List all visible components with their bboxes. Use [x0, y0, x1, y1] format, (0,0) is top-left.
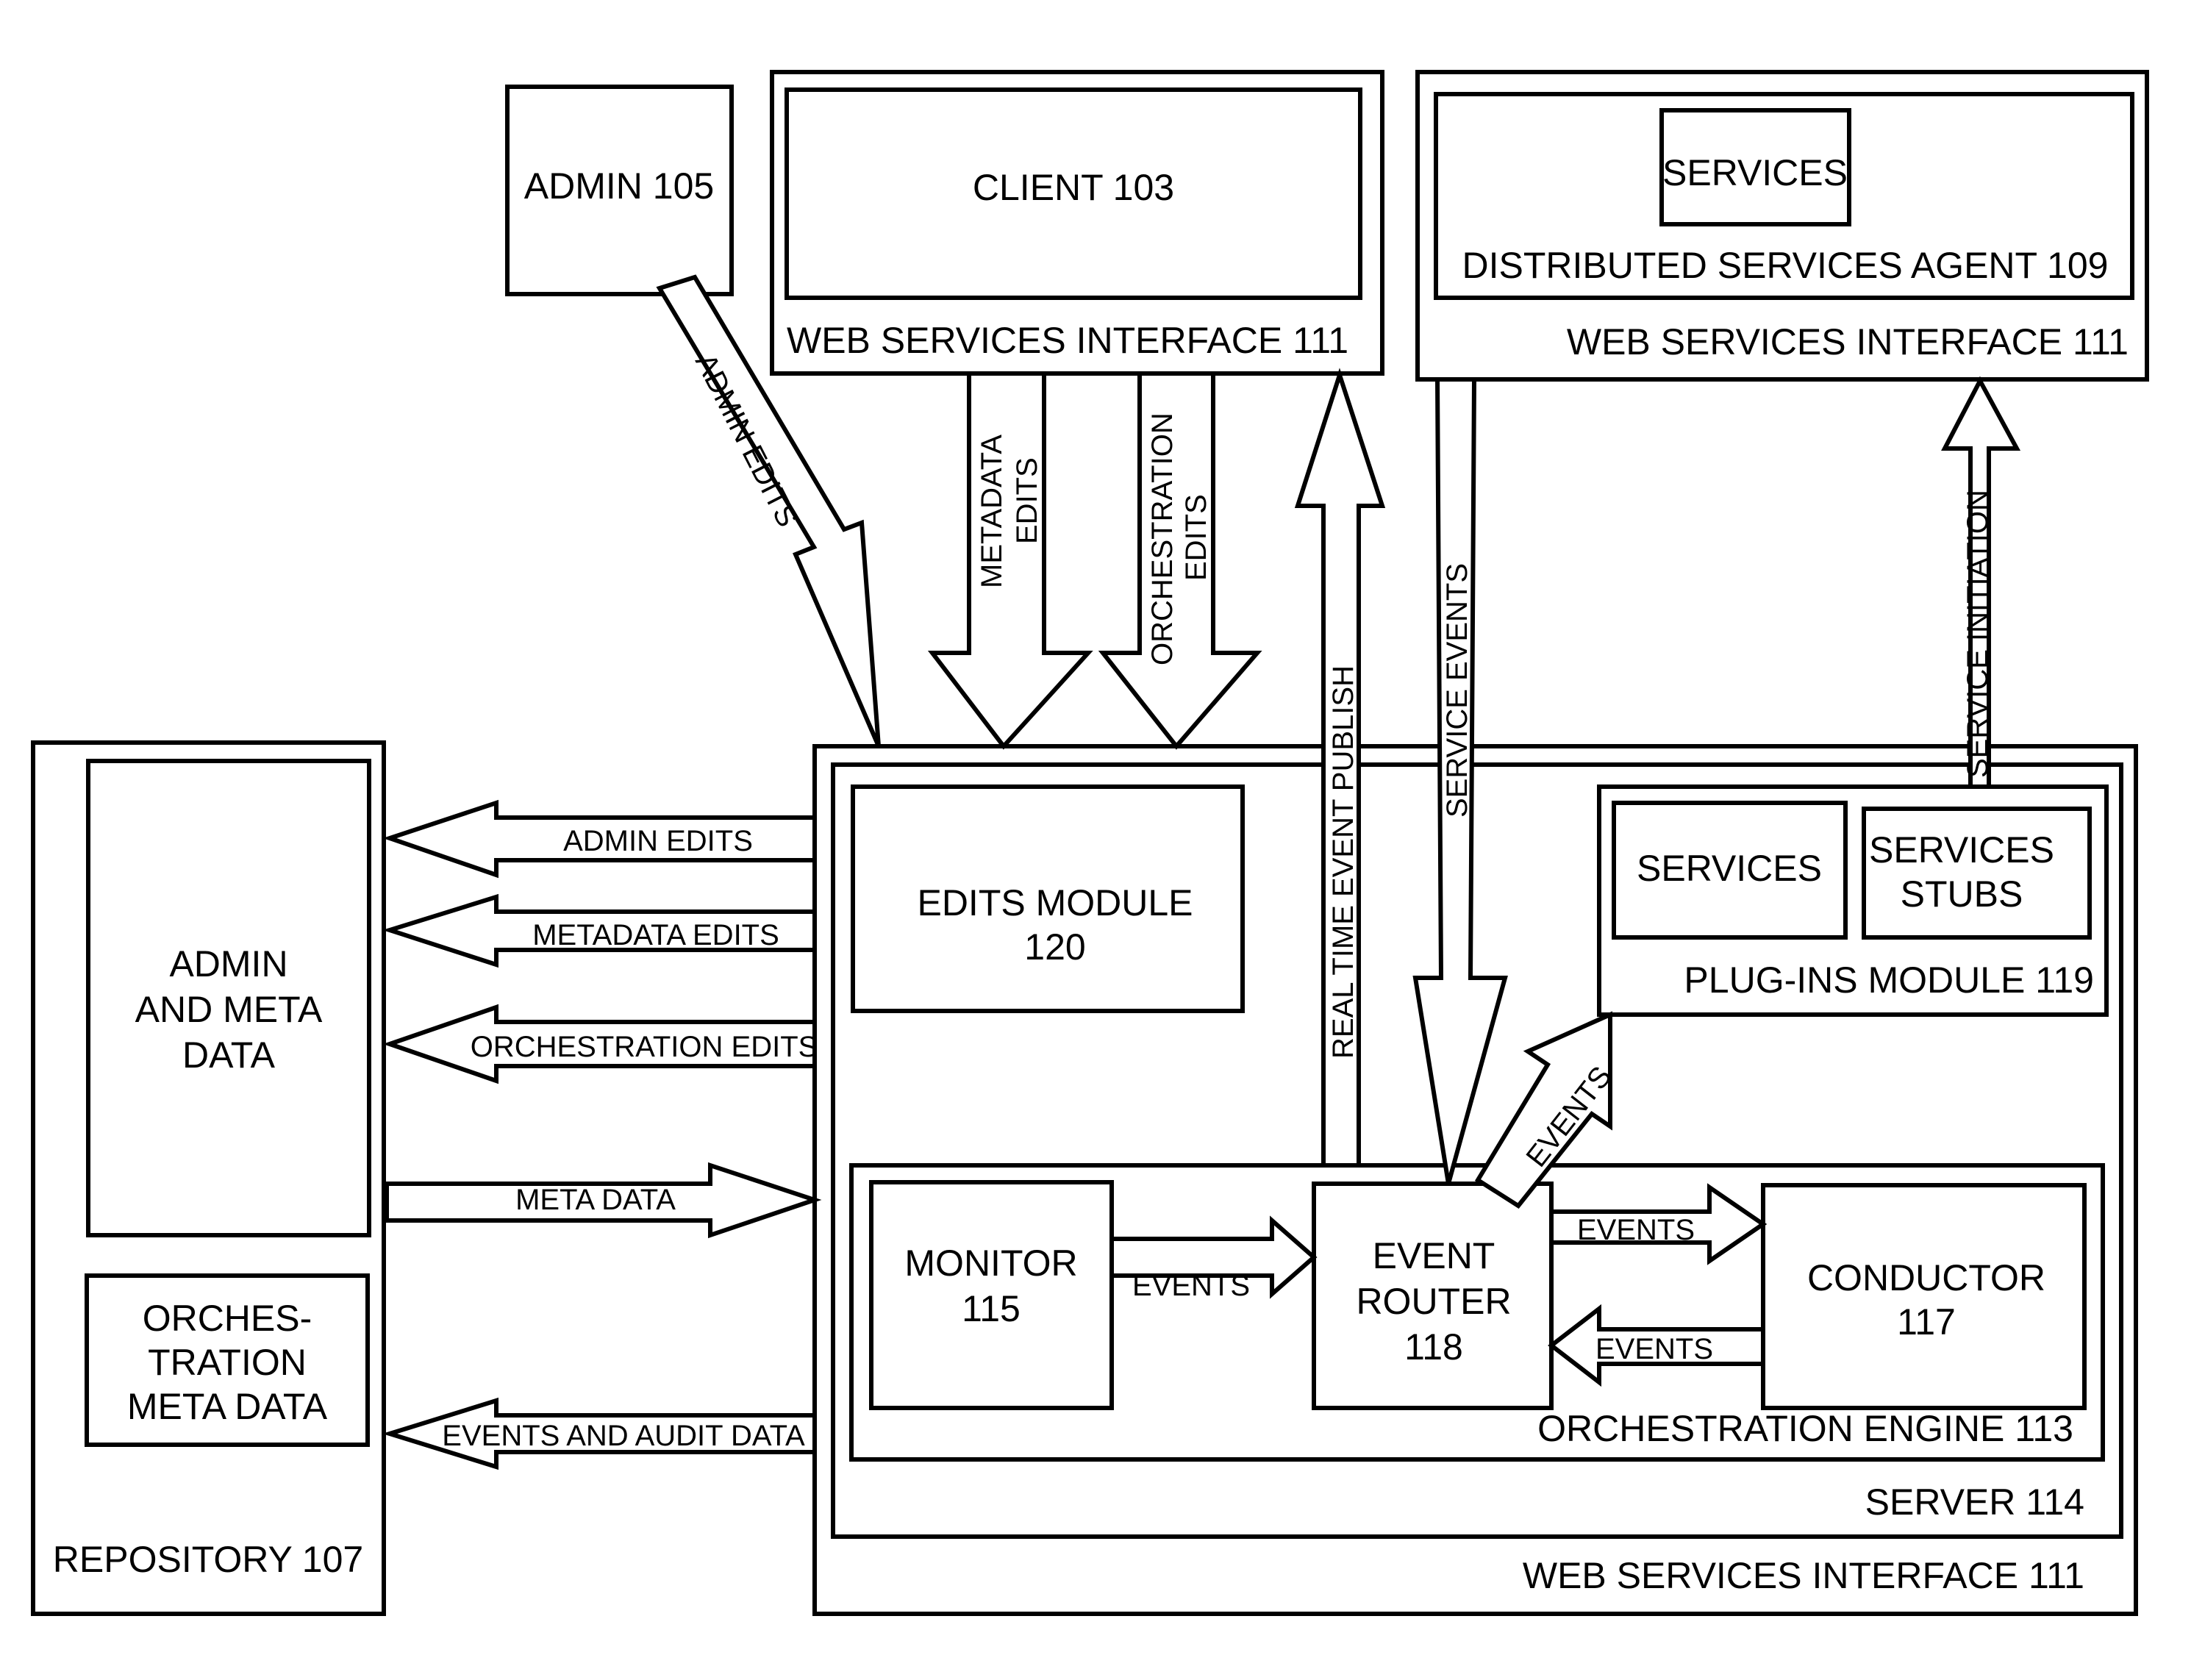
- metadata-edits-line-2: EDITS: [1011, 457, 1043, 544]
- client-interface-node: CLIENT 103 WEB SERVICES INTERFACE 111: [770, 70, 1384, 376]
- metadata-edits-line-1: METADATA: [976, 435, 1008, 588]
- arrow-metadata-edits: METADATA EDITS: [927, 371, 1093, 750]
- services-stubs-line-1: SERVICES: [1869, 829, 2054, 871]
- arrow-service-initiation: SERVICE INITIATION: [1941, 376, 2021, 789]
- plugins-module-label: PLUG-INS MODULE 119: [1684, 959, 2094, 1001]
- service-events-label: SERVICE EVENTS: [1441, 563, 1473, 818]
- repo-metadata-edits-label: METADATA EDITS: [532, 919, 779, 951]
- repo-admin-edits-label: ADMIN EDITS: [563, 825, 753, 857]
- admin-meta-line-3: DATA: [182, 1034, 276, 1076]
- arrow-orchestration-edits: ORCHESTRATION EDITS: [1098, 371, 1262, 750]
- orchestration-edits-line-1: ORCHESTRATION: [1146, 412, 1179, 665]
- monitor-line-2: 115: [962, 1288, 1021, 1329]
- conductor-to-router-label: EVENTS: [1595, 1333, 1713, 1365]
- orch-meta-line-1: ORCHES-: [143, 1298, 312, 1339]
- repository-node: ADMIN AND META DATA ORCHES- TRATION META…: [31, 740, 386, 1616]
- architecture-diagram: ADMIN 105 CLIENT 103 WEB SERVICES INTERF…: [31, 70, 2149, 1616]
- real-time-publish-label: REAL TIME EVENT PUBLISH: [1327, 665, 1359, 1059]
- distributed-interface-node: SERVICES DISTRIBUTED SERVICES AGENT 109 …: [1415, 70, 2149, 382]
- services-stubs-line-2: STUBS: [1901, 873, 2023, 915]
- server-label: SERVER 114: [1865, 1481, 2084, 1523]
- service-initiation-label: SERVICE INITIATION: [1962, 490, 1994, 778]
- router-line-1: EVENT: [1373, 1235, 1495, 1276]
- monitor-to-router-label: EVENTS: [1132, 1270, 1250, 1302]
- router-line-2: ROUTER: [1356, 1281, 1511, 1322]
- distributed-interface-label: WEB SERVICES INTERFACE 111: [1567, 321, 2129, 362]
- repo-meta-data-label: META DATA: [515, 1184, 676, 1216]
- distributed-agent-label: DISTRIBUTED SERVICES AGENT 109: [1462, 245, 2109, 286]
- arrow-repo-events-audit: EVENTS AND AUDIT DATA: [382, 1397, 817, 1470]
- orchestration-edits-line-2: EDITS: [1180, 494, 1212, 581]
- edits-module-line-1: EDITS MODULE: [917, 882, 1193, 923]
- orch-meta-line-2: TRATION: [148, 1342, 307, 1383]
- edits-module-line-2: 120: [1024, 926, 1085, 968]
- plugins-services-label: SERVICES: [1637, 848, 1822, 889]
- conductor-line-2: 117: [1897, 1301, 1956, 1343]
- monitor-line-1: MONITOR: [904, 1243, 1077, 1284]
- admin-meta-line-2: AND META: [135, 989, 323, 1030]
- server-interface-label: WEB SERVICES INTERFACE 111: [1523, 1555, 2084, 1596]
- repository-label: REPOSITORY 107: [53, 1539, 363, 1580]
- router-to-conductor-label: EVENTS: [1577, 1214, 1695, 1246]
- client-label: CLIENT 103: [973, 167, 1174, 208]
- orch-meta-line-3: META DATA: [127, 1386, 328, 1427]
- agent-services-label: SERVICES: [1662, 152, 1848, 193]
- repo-events-audit-label: EVENTS AND AUDIT DATA: [442, 1420, 805, 1452]
- client-interface-label: WEB SERVICES INTERFACE 111: [787, 320, 1348, 361]
- arrow-repo-orchestration-edits: ORCHESTRATION EDITS: [382, 1004, 818, 1084]
- arrow-repo-admin-edits: ADMIN EDITS: [382, 799, 817, 879]
- repo-orchestration-edits-label: ORCHESTRATION EDITS: [471, 1031, 818, 1063]
- orchestration-engine-label: ORCHESTRATION ENGINE 113: [1537, 1408, 2073, 1449]
- arrow-repo-metadata-edits: METADATA EDITS: [382, 893, 817, 968]
- admin-label: ADMIN 105: [524, 165, 714, 207]
- admin-node: ADMIN 105: [505, 85, 734, 296]
- conductor-line-1: CONDUCTOR: [1807, 1257, 2045, 1298]
- router-line-3: 118: [1404, 1326, 1463, 1368]
- arrow-repo-meta-data: META DATA: [385, 1162, 822, 1239]
- admin-meta-line-1: ADMIN: [169, 943, 287, 984]
